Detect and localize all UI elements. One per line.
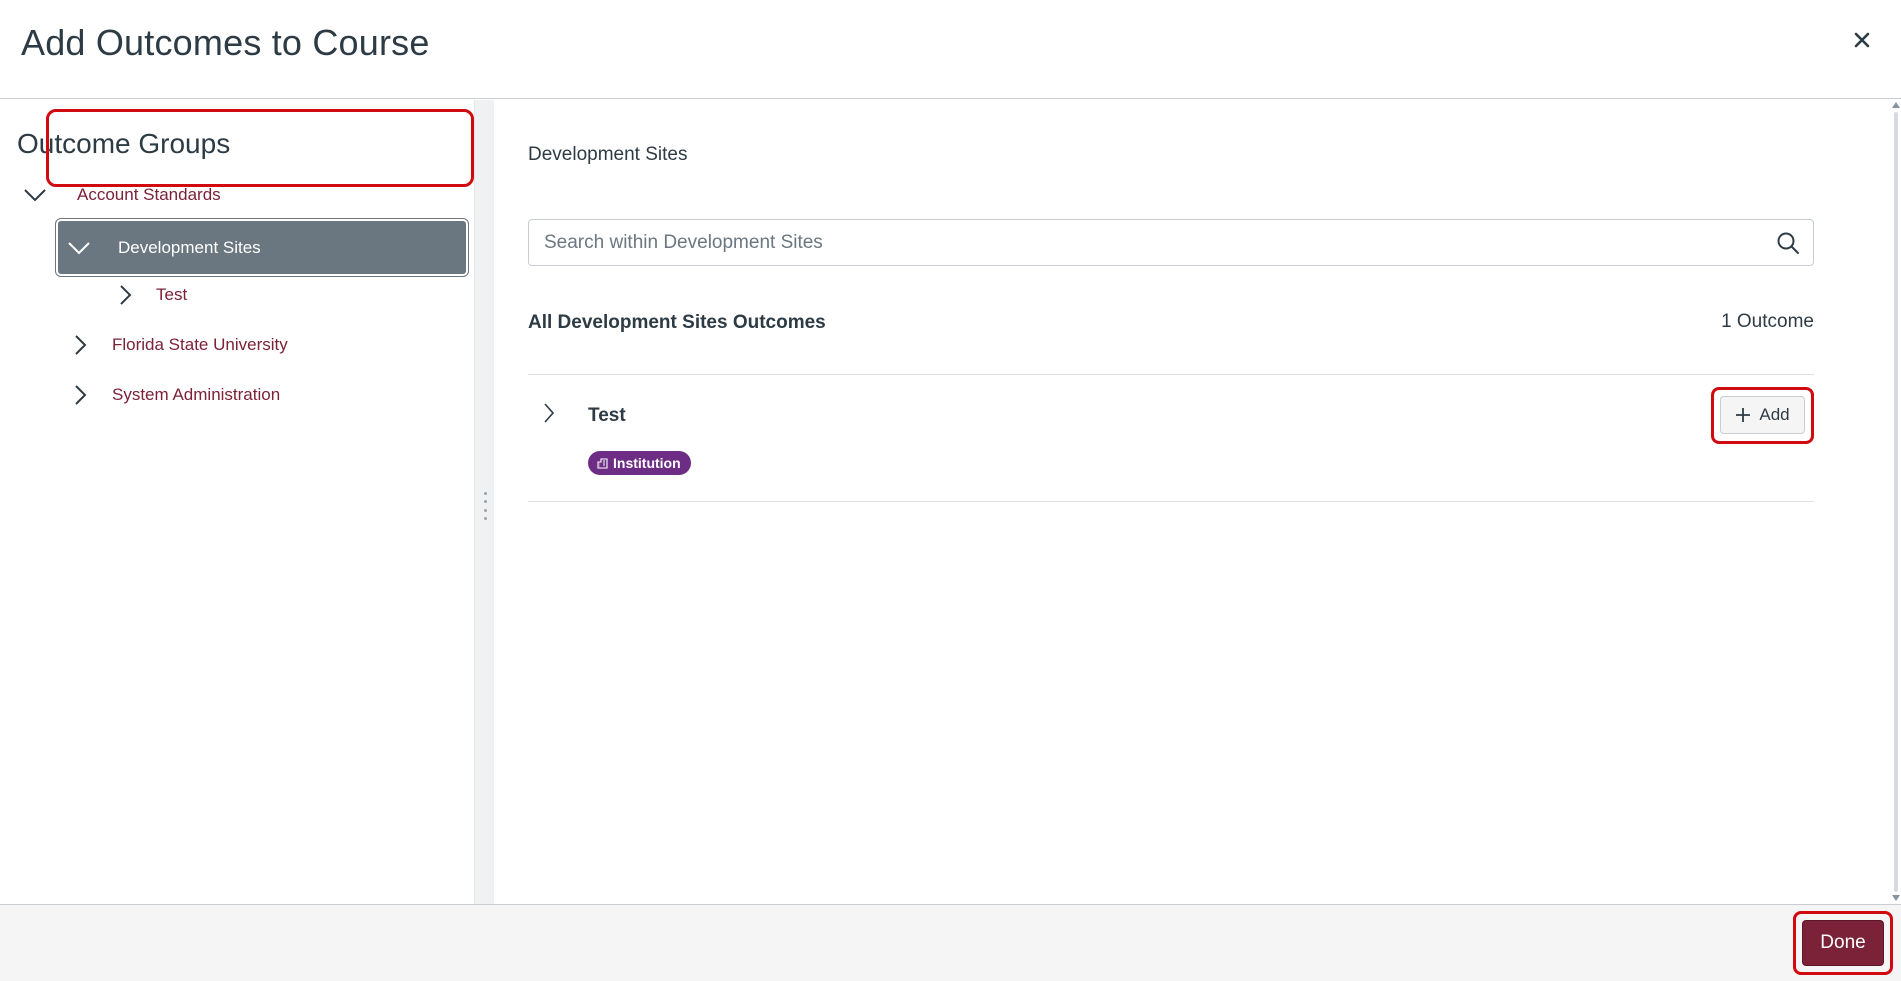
modal-title: Add Outcomes to Course bbox=[21, 22, 430, 63]
tree-item-system-administration[interactable]: System Administration bbox=[65, 380, 280, 410]
scroll-down-icon[interactable] bbox=[1892, 895, 1900, 901]
tree-item-development-sites[interactable]: Development Sites bbox=[58, 221, 466, 274]
outcome-row: Test Institution bbox=[528, 375, 1814, 501]
modal-footer bbox=[0, 904, 1901, 981]
search-box[interactable] bbox=[528, 219, 1814, 266]
add-button-label: Add bbox=[1759, 405, 1790, 424]
tree-item-label[interactable]: Florida State University bbox=[112, 335, 288, 355]
close-icon bbox=[1854, 32, 1870, 48]
scrollbar[interactable] bbox=[1891, 100, 1901, 904]
close-button[interactable] bbox=[1848, 26, 1876, 54]
chevron-right-icon[interactable] bbox=[542, 401, 556, 430]
outcome-name[interactable]: Test bbox=[588, 405, 626, 427]
chevron-down-icon[interactable] bbox=[20, 180, 50, 210]
current-group-title: Development Sites bbox=[528, 144, 688, 165]
pane-resize-handle[interactable] bbox=[474, 100, 494, 904]
building-icon bbox=[597, 457, 608, 469]
scrollbar-track[interactable] bbox=[1894, 112, 1898, 892]
done-button[interactable]: Done bbox=[1802, 920, 1884, 966]
chevron-right-icon[interactable] bbox=[65, 380, 95, 410]
chevron-right-icon[interactable] bbox=[110, 280, 140, 310]
add-outcome-button[interactable]: Add bbox=[1720, 396, 1805, 434]
outcome-count: 1 Outcome bbox=[1721, 311, 1814, 332]
divider bbox=[528, 501, 1814, 502]
tree-item-florida-state-university[interactable]: Florida State University bbox=[65, 330, 288, 360]
outcomes-pane: Development Sites All Development Sites … bbox=[494, 100, 1891, 904]
tree-item-test[interactable]: Test bbox=[110, 280, 187, 310]
chevron-down-icon[interactable] bbox=[64, 233, 94, 263]
tree-item-label[interactable]: Account Standards bbox=[77, 185, 221, 205]
modal-header: Add Outcomes to Course bbox=[0, 0, 1901, 99]
outcomes-section-title: All Development Sites Outcomes bbox=[528, 312, 826, 333]
selected-highlight-outline bbox=[46, 109, 474, 187]
badge-label: Institution bbox=[613, 455, 681, 471]
scroll-up-icon[interactable] bbox=[1892, 102, 1900, 108]
tree-item-label[interactable]: System Administration bbox=[112, 385, 280, 405]
plus-icon bbox=[1736, 408, 1751, 422]
institution-badge: Institution bbox=[588, 451, 691, 475]
search-icon[interactable] bbox=[1763, 220, 1813, 265]
search-input[interactable] bbox=[529, 220, 1763, 265]
tree-item-label[interactable]: Test bbox=[156, 285, 187, 305]
drag-handle-icon[interactable] bbox=[482, 492, 488, 520]
tree-item-label[interactable]: Development Sites bbox=[118, 238, 261, 258]
chevron-right-icon[interactable] bbox=[65, 330, 95, 360]
